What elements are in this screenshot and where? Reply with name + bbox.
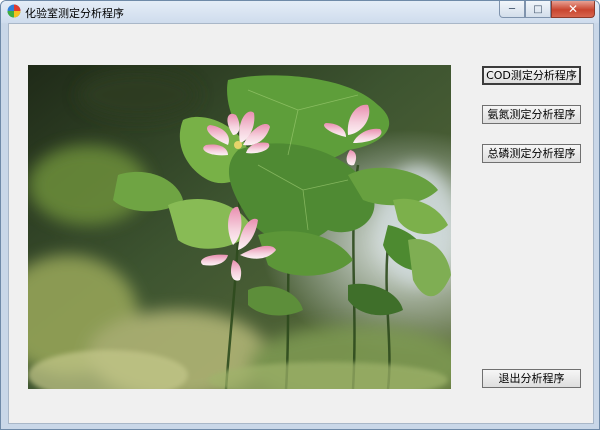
caption-buttons: ─ □ ✕ [499, 1, 595, 19]
minimize-icon: ─ [508, 3, 516, 15]
client-area: COD测定分析程序 氨氮测定分析程序 总磷测定分析程序 退出分析程序 [8, 23, 594, 424]
maximize-button[interactable]: □ [525, 1, 551, 18]
minimize-button[interactable]: ─ [499, 1, 525, 18]
close-icon: ✕ [567, 2, 579, 16]
lotus-photo [28, 65, 451, 389]
main-window: 化验室测定分析程序 ─ □ ✕ COD测定分析程序 氨氮测定分析程序 总磷测定分… [0, 0, 600, 430]
window-title: 化验室测定分析程序 [25, 7, 124, 20]
lotus-image [28, 65, 451, 389]
close-button[interactable]: ✕ [551, 1, 595, 18]
phosphorus-analysis-button[interactable]: 总磷测定分析程序 [482, 144, 581, 163]
exit-button[interactable]: 退出分析程序 [482, 369, 581, 388]
app-icon [7, 4, 21, 18]
cod-analysis-button[interactable]: COD测定分析程序 [482, 66, 581, 85]
ammonia-analysis-button[interactable]: 氨氮测定分析程序 [482, 105, 581, 124]
title-bar[interactable]: 化验室测定分析程序 ─ □ ✕ [1, 1, 599, 23]
maximize-icon: □ [533, 3, 543, 15]
